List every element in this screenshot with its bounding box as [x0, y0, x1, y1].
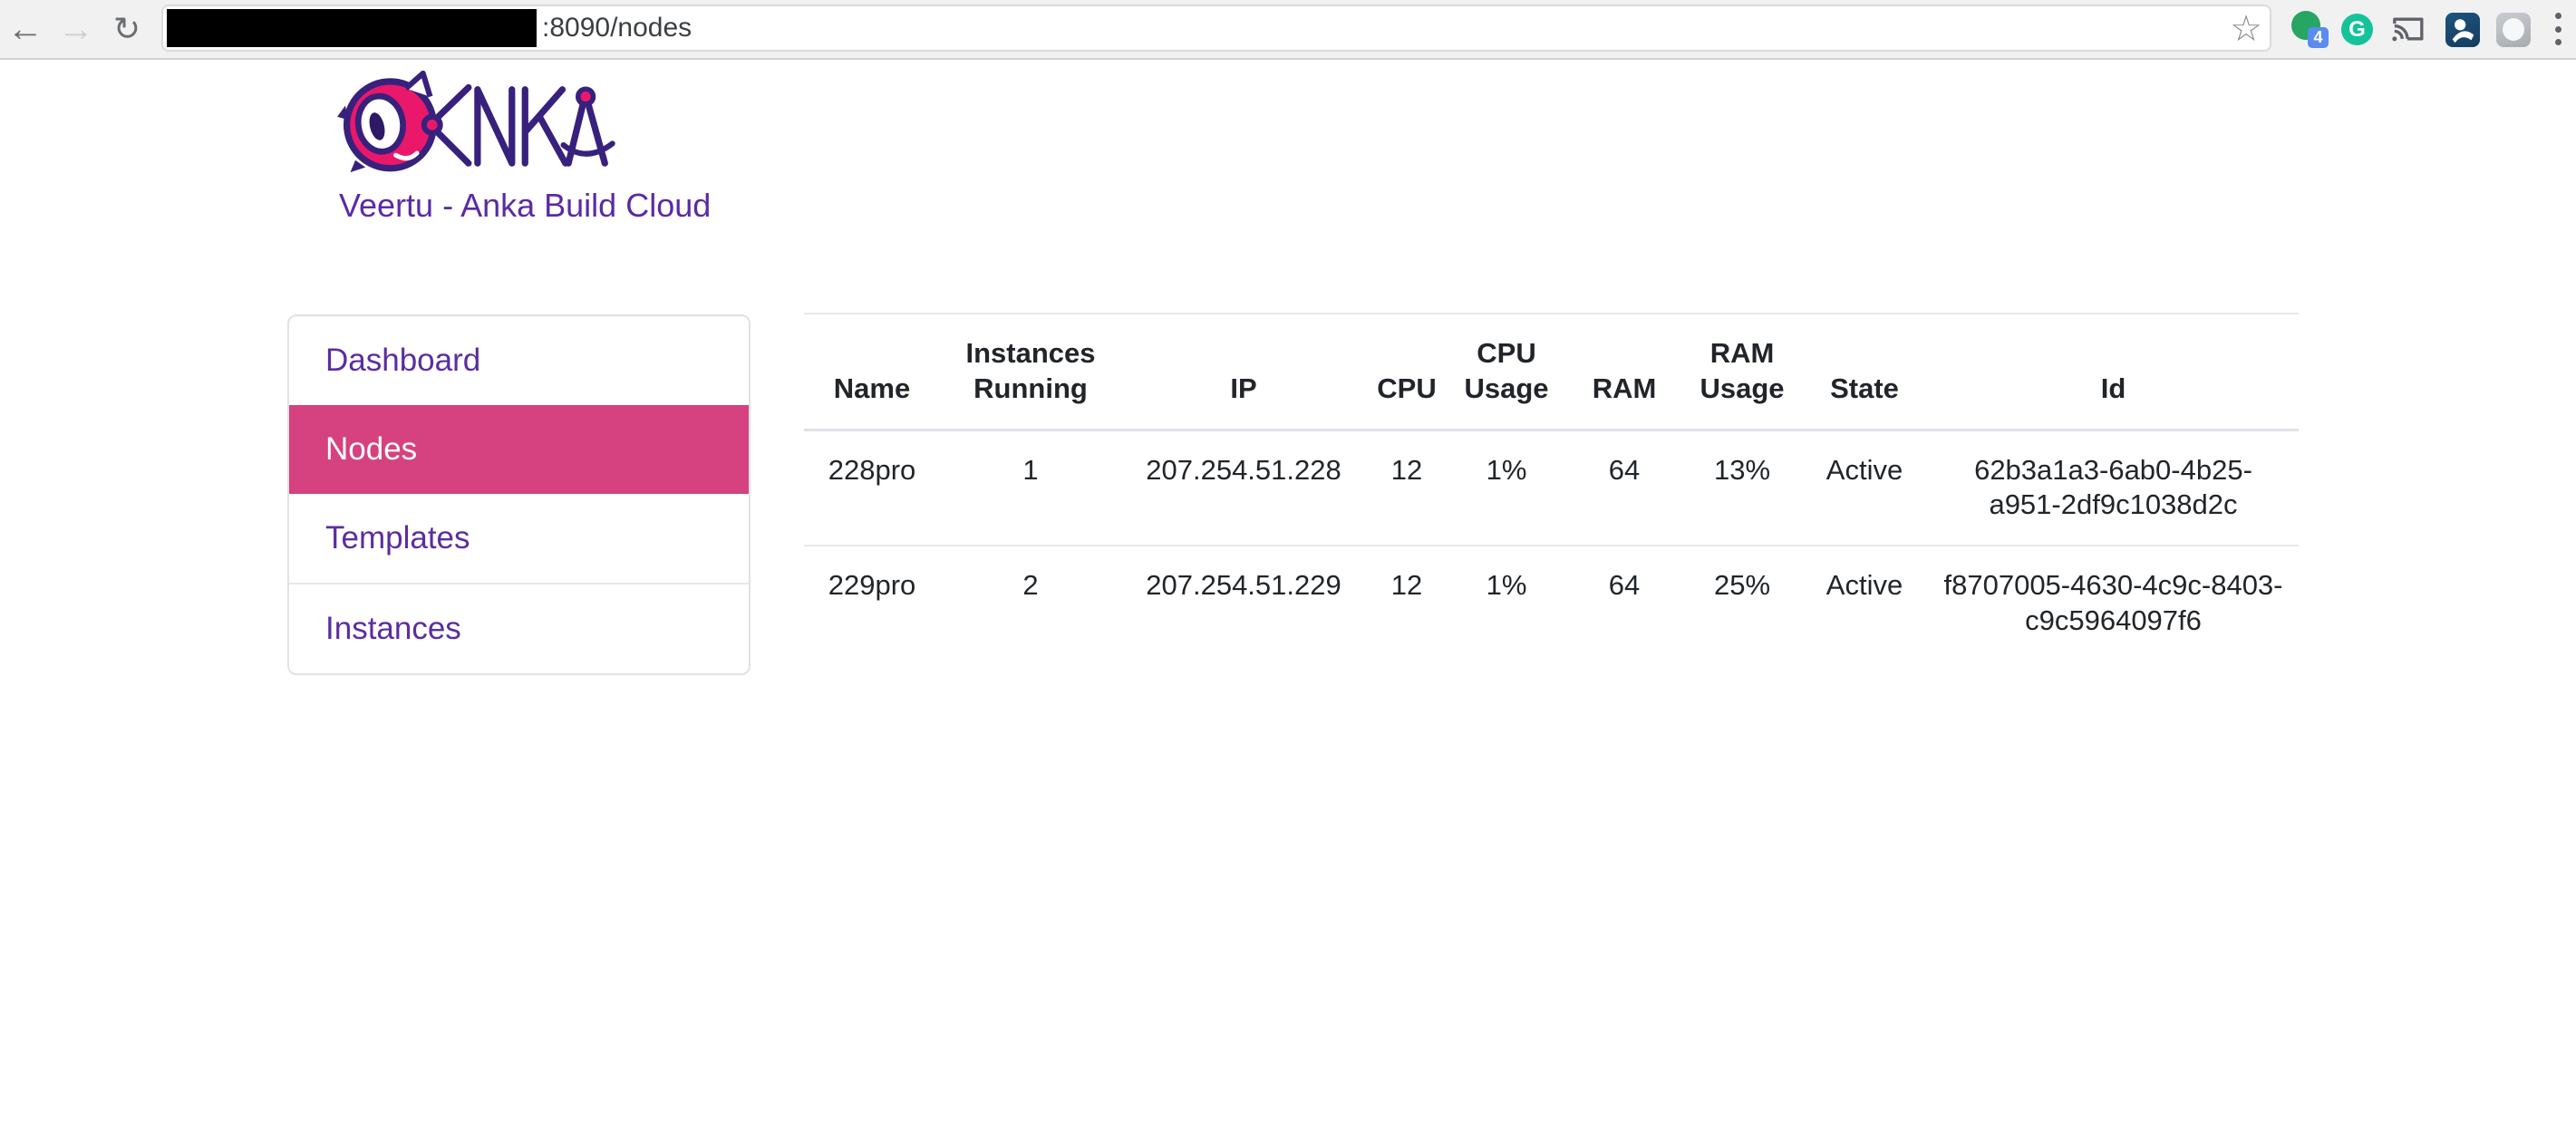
address-bar[interactable]: :8090/nodes ☆: [161, 5, 2271, 52]
table-row: 229pro2207.254.51.229121%6425%Activef870…: [804, 546, 2299, 661]
extension-gray-blob: [2503, 18, 2524, 41]
table-cell: 229pro: [804, 546, 940, 661]
table-cell: Active: [1801, 546, 1928, 661]
nodes-table: NameInstances RunningIPCPUCPU UsageRAMRA…: [804, 313, 2299, 661]
extension-green-circle-icon[interactable]: 4: [2291, 11, 2320, 40]
table-header-row: NameInstances RunningIPCPUCPU UsageRAMRA…: [804, 314, 2299, 430]
table-body: 228pro1207.254.51.228121%6413%Active62b3…: [804, 430, 2299, 661]
extension-gray-icon[interactable]: [2496, 13, 2531, 47]
browser-window: ← → ↻ :8090/nodes ☆ 4 G: [0, 0, 2576, 1140]
bookmark-star-icon[interactable]: ☆: [2230, 8, 2262, 50]
redacted-url-block: [167, 9, 537, 47]
table-cell: 228pro: [804, 430, 940, 546]
column-header: State: [1801, 314, 1928, 430]
sidebar-item-dashboard[interactable]: Dashboard: [289, 316, 749, 405]
column-header: RAM Usage: [1683, 314, 1801, 430]
page-title: Veertu - Anka Build Cloud: [339, 187, 711, 225]
browser-toolbar: ← → ↻ :8090/nodes ☆ 4 G: [0, 0, 2576, 60]
grammarly-icon[interactable]: G: [2341, 14, 2373, 45]
table-cell: 25%: [1683, 546, 1801, 661]
sidebar-menu: DashboardNodesTemplatesInstances: [287, 314, 751, 675]
sidebar-item-templates[interactable]: Templates: [289, 494, 749, 583]
table-cell: f8707005-4630-4c9c-8403-c9c5964097f6: [1928, 546, 2299, 661]
back-button[interactable]: ←: [0, 0, 51, 58]
forward-button[interactable]: →: [51, 0, 102, 58]
table-cell: Active: [1801, 430, 1928, 546]
cast-icon[interactable]: [2389, 13, 2426, 45]
column-header: IP: [1121, 314, 1366, 430]
table-cell: 1%: [1448, 430, 1565, 546]
table-cell: 1: [940, 430, 1121, 546]
table-cell: 62b3a1a3-6ab0-4b25-a951-2df9c1038d2c: [1928, 430, 2299, 546]
reload-button[interactable]: ↻: [102, 0, 152, 58]
url-text: :8090/nodes: [542, 6, 692, 50]
table-cell: 12: [1366, 546, 1448, 661]
column-header: Id: [1928, 314, 2299, 430]
table-row: 228pro1207.254.51.228121%6413%Active62b3…: [804, 430, 2299, 546]
column-header: CPU Usage: [1448, 314, 1565, 430]
anka-logo: [337, 69, 620, 176]
extension-badge: 4: [2308, 27, 2329, 48]
sidebar-item-instances[interactable]: Instances: [289, 583, 749, 673]
table-cell: 12: [1366, 430, 1448, 546]
table-cell: 64: [1565, 546, 1683, 661]
table-cell: 207.254.51.229: [1121, 546, 1366, 661]
column-header: Instances Running: [940, 314, 1121, 430]
column-header: Name: [804, 314, 940, 430]
browser-menu-icon[interactable]: [2549, 11, 2567, 47]
table-cell: 1%: [1448, 546, 1565, 661]
table-cell: 2: [940, 546, 1121, 661]
column-header: CPU: [1366, 314, 1448, 430]
table-cell: 64: [1565, 430, 1683, 546]
sidebar-item-nodes[interactable]: Nodes: [289, 405, 749, 494]
table-cell: 207.254.51.228: [1121, 430, 1366, 546]
column-header: RAM: [1565, 314, 1683, 430]
table-cell: 13%: [1683, 430, 1801, 546]
extension-person-icon[interactable]: [2445, 13, 2480, 47]
